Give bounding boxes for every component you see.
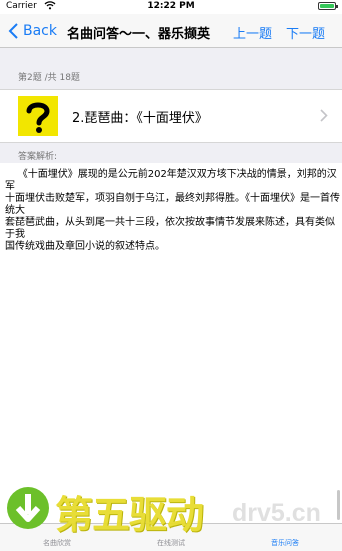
- tab-music-appreciation[interactable]: 名曲欣赏: [0, 538, 114, 548]
- question-progress: 第2题 /共 18题: [18, 73, 80, 83]
- answer-label: 答案解析:: [18, 152, 58, 162]
- next-question-button[interactable]: 下一题: [286, 23, 325, 42]
- chevron-left-icon: [8, 23, 18, 39]
- tab-online-test[interactable]: 在线测试: [114, 538, 228, 548]
- question-mark-icon: [18, 96, 58, 136]
- page-title: 名曲问答～一、器乐撷英: [67, 27, 211, 42]
- previous-question-button[interactable]: 上一题: [233, 23, 272, 42]
- question-title: 2.琵琶曲：《十面埋伏》: [72, 111, 208, 126]
- status-bar: Carrier 12:22 PM: [0, 0, 342, 14]
- navigation-bar: Back 名曲问答～一、器乐撷英 上一题 下一题: [0, 14, 342, 48]
- battery-icon: [318, 2, 338, 10]
- tab-bar: 名曲欣赏 在线测试 音乐问答: [0, 523, 342, 551]
- back-button-label: Back: [23, 23, 57, 39]
- question-row[interactable]: 2.琵琶曲：《十面埋伏》: [0, 89, 342, 143]
- scroll-indicator[interactable]: [337, 490, 340, 520]
- answer-text: 《十面埋伏》展现的是公元前202年楚汉双方垓下决战的情景，刘邦的汉军 十面埋伏击…: [5, 169, 340, 252]
- answer-panel: 《十面埋伏》展现的是公元前202年楚汉双方垓下决战的情景，刘邦的汉军 十面埋伏击…: [0, 163, 342, 493]
- tab-music-qa[interactable]: 音乐问答: [228, 538, 342, 548]
- chevron-right-icon: [320, 109, 328, 122]
- status-time: 12:22 PM: [147, 1, 195, 11]
- back-button[interactable]: Back: [8, 22, 57, 40]
